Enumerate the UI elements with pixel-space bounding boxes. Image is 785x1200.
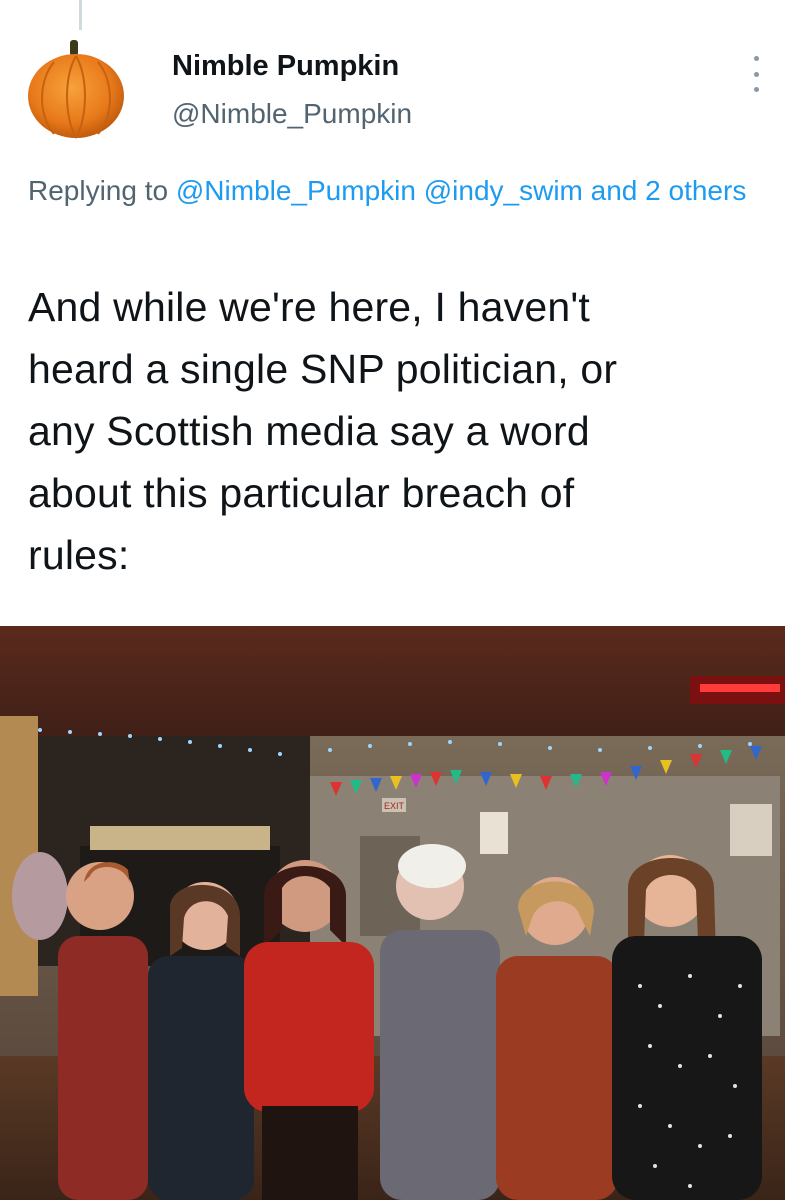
more-dots-icon[interactable]: [744, 56, 768, 92]
author-display-name[interactable]: Nimble Pumpkin: [172, 50, 399, 83]
replying-to-line: Replying to @Nimble_Pumpkin @indy_swim a…: [28, 168, 768, 214]
replying-to-prefix: Replying to: [28, 175, 169, 206]
thread-connector-line: [79, 0, 82, 30]
exit-sign-text: EXIT: [384, 801, 405, 811]
tweet-text-line: about this particular breach of: [28, 470, 575, 516]
mention-link-nimble-pumpkin[interactable]: @Nimble_Pumpkin: [176, 175, 416, 206]
attached-photo[interactable]: EXIT: [0, 626, 785, 1200]
tweet-text-line: rules:: [28, 532, 130, 578]
pumpkin-avatar-icon[interactable]: [24, 36, 128, 140]
tweet-text-line: heard a single SNP politician, or: [28, 346, 618, 392]
mention-others-link[interactable]: and 2 others: [591, 175, 747, 206]
tweet-text-line: And while we're here, I haven't: [28, 284, 591, 330]
tweet-text: And while we're here, I haven't heard a …: [28, 276, 768, 586]
author-handle[interactable]: @Nimble_Pumpkin: [172, 98, 412, 130]
tweet-text-line: any Scottish media say a word: [28, 408, 590, 454]
mention-link-indy-swim[interactable]: @indy_swim: [424, 175, 583, 206]
